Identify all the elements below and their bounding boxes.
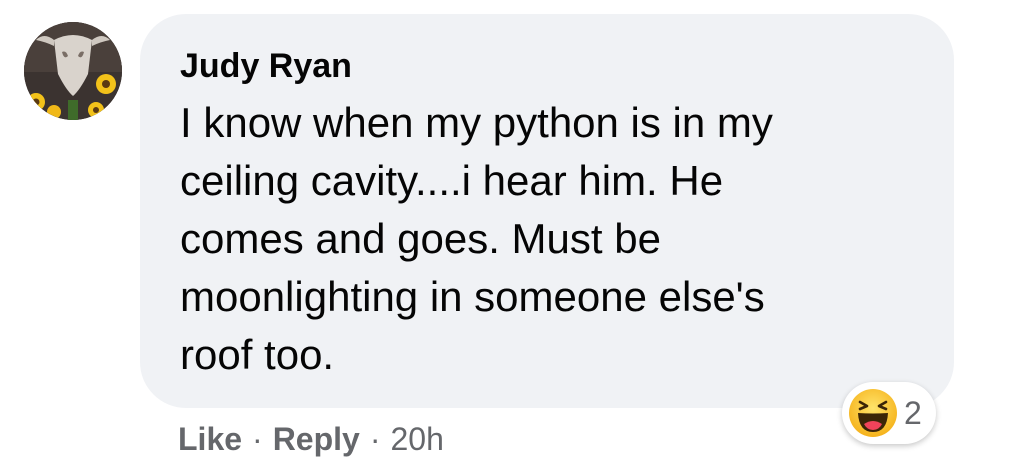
comment: Judy Ryan I know when my python is in my…	[0, 0, 1024, 464]
comment-actions: Like · Reply · 20h	[178, 416, 444, 462]
comment-text: I know when my python is in my ceiling c…	[180, 99, 773, 378]
avatar-image	[24, 22, 122, 120]
separator: ·	[369, 420, 381, 457]
avatar[interactable]	[24, 22, 122, 120]
reply-button[interactable]: Reply	[273, 421, 360, 458]
timestamp[interactable]: 20h	[390, 421, 443, 458]
reaction-summary[interactable]: 2	[842, 382, 936, 444]
haha-emoji-icon	[848, 388, 898, 438]
comment-bubble: Judy Ryan I know when my python is in my…	[140, 14, 954, 408]
comment-author[interactable]: Judy Ryan	[180, 44, 914, 88]
separator: ·	[252, 420, 263, 457]
like-button[interactable]: Like	[178, 421, 242, 458]
reaction-count: 2	[904, 394, 922, 431]
